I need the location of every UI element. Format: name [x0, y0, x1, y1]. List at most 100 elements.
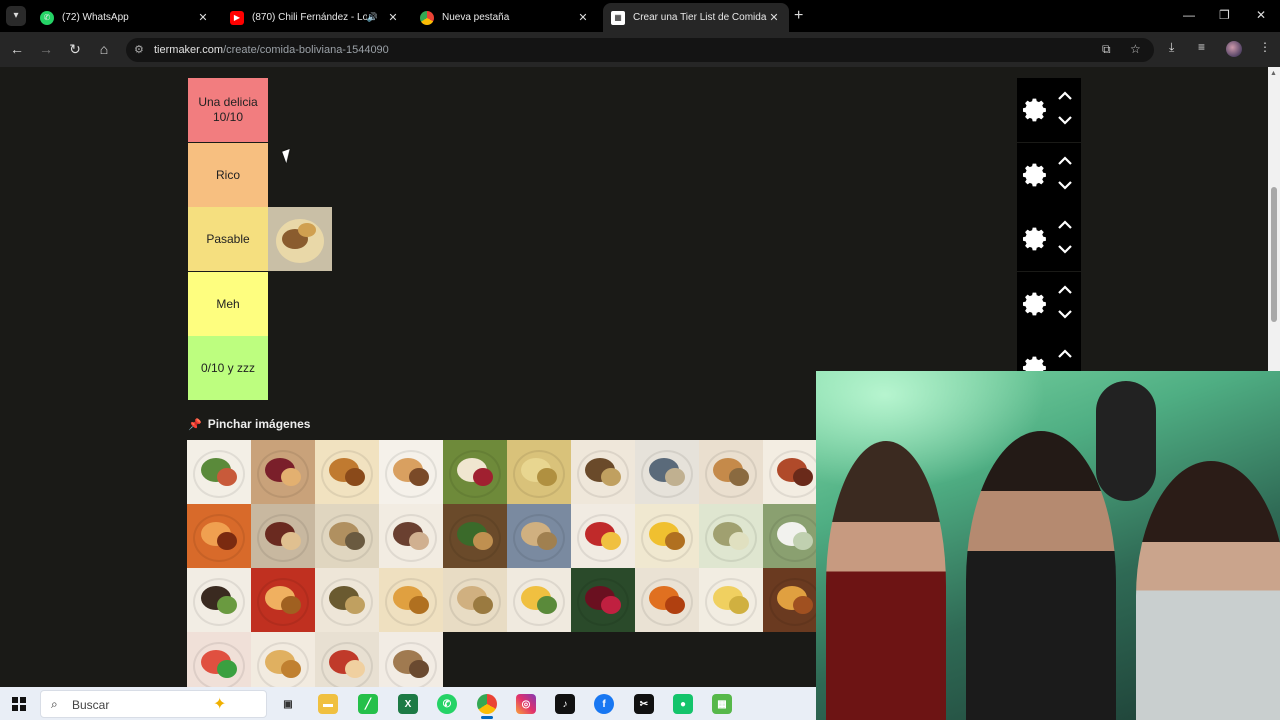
tier-label[interactable]: 0/10 y zzz [188, 336, 268, 400]
profile-avatar[interactable] [1226, 41, 1242, 57]
phone-link-icon[interactable]: ╱ [358, 694, 378, 714]
food-image[interactable] [251, 504, 315, 568]
tier-label[interactable]: Pasable [188, 207, 268, 271]
food-image[interactable] [315, 504, 379, 568]
close-window-icon[interactable]: ✕ [1256, 8, 1266, 22]
tier-drop-zone[interactable] [268, 207, 1017, 271]
food-image[interactable] [507, 440, 571, 504]
food-image[interactable] [571, 568, 635, 632]
facebook-icon[interactable]: f [594, 694, 614, 714]
translate-icon[interactable]: ⧉ [1102, 42, 1111, 57]
tab-tiermaker[interactable]: ▦ Crear una Tier List de Comida b ✕ [603, 3, 789, 32]
gear-icon[interactable] [1021, 161, 1049, 189]
store-app-icon[interactable]: ▦ [712, 694, 732, 714]
tab-new[interactable]: Nueva pestaña ✕ [412, 3, 598, 32]
food-image[interactable] [251, 568, 315, 632]
bookmark-star-icon[interactable]: ☆ [1130, 42, 1141, 56]
gear-icon[interactable] [1021, 290, 1049, 318]
food-image[interactable] [187, 632, 251, 687]
food-image[interactable] [187, 504, 251, 568]
food-image[interactable] [635, 440, 699, 504]
close-icon[interactable]: ✕ [576, 11, 590, 24]
food-image[interactable] [443, 440, 507, 504]
instagram-icon[interactable]: ◎ [516, 694, 536, 714]
file-explorer-icon[interactable]: ▬ [318, 694, 338, 714]
tier-label[interactable]: Meh [188, 272, 268, 336]
excel-icon[interactable]: X [398, 694, 418, 714]
food-image[interactable] [443, 568, 507, 632]
tab-youtube[interactable]: ▶ (870) Chili Fernández - Loco 🔊 ✕ [222, 3, 408, 32]
scroll-thumb[interactable] [1271, 187, 1277, 322]
minimize-icon[interactable]: — [1183, 8, 1195, 22]
tiktok-icon[interactable]: ♪ [555, 694, 575, 714]
home-icon[interactable]: ⌂ [95, 40, 113, 58]
move-up-icon[interactable] [1057, 155, 1073, 167]
tier-label[interactable]: Rico [188, 143, 268, 207]
tier-drop-zone[interactable] [268, 143, 1017, 207]
food-image[interactable] [571, 504, 635, 568]
food-image[interactable] [379, 568, 443, 632]
windows-start-icon[interactable] [12, 697, 26, 711]
site-info-icon[interactable]: ⚙ [134, 43, 144, 56]
gear-icon[interactable] [1021, 225, 1049, 253]
pushpin-icon: 📌 [188, 418, 202, 431]
menu-kebab-icon[interactable]: ⋮ [1259, 40, 1271, 54]
move-up-icon[interactable] [1057, 219, 1073, 231]
food-image-placed[interactable] [268, 207, 332, 271]
media-control-icon[interactable]: ≡ [1198, 40, 1205, 54]
food-image[interactable] [315, 440, 379, 504]
move-up-icon[interactable] [1057, 90, 1073, 102]
food-image[interactable] [251, 632, 315, 687]
task-view-icon[interactable]: ▣ [278, 694, 298, 714]
food-image[interactable] [699, 504, 763, 568]
chat-app-icon[interactable]: ● [673, 694, 693, 714]
tier-drop-zone[interactable] [268, 78, 1017, 142]
food-image[interactable] [571, 440, 635, 504]
tier-label[interactable]: Una delicia 10/10 [188, 78, 268, 142]
move-down-icon[interactable] [1057, 114, 1073, 126]
food-image[interactable] [315, 568, 379, 632]
food-image[interactable] [251, 440, 315, 504]
capcut-icon[interactable]: ✂ [634, 694, 654, 714]
whatsapp-icon[interactable]: ✆ [437, 694, 457, 714]
close-icon[interactable]: ✕ [767, 11, 781, 24]
gear-icon[interactable] [1021, 96, 1049, 124]
food-image[interactable] [187, 440, 251, 504]
pin-images-toggle[interactable]: 📌 Pinchar imágenes [188, 417, 310, 431]
restore-icon[interactable]: ❐ [1219, 8, 1230, 22]
move-down-icon[interactable] [1057, 179, 1073, 191]
forward-icon[interactable]: → [37, 40, 55, 58]
tier-row: Rico [188, 143, 1081, 207]
food-image[interactable] [379, 632, 443, 687]
food-image[interactable] [315, 632, 379, 687]
food-image[interactable] [635, 568, 699, 632]
food-image[interactable] [187, 568, 251, 632]
chrome-icon[interactable] [477, 694, 497, 714]
food-image[interactable] [699, 440, 763, 504]
move-down-icon[interactable] [1057, 308, 1073, 320]
speaker-icon[interactable]: 🔊 [367, 12, 378, 23]
taskbar-search[interactable]: ⌕ Buscar ✦ [40, 690, 267, 718]
download-icon[interactable]: ⤓ [1169, 40, 1174, 55]
food-image[interactable] [507, 504, 571, 568]
tab-whatsapp[interactable]: ✆ (72) WhatsApp ✕ [32, 3, 218, 32]
food-image[interactable] [379, 504, 443, 568]
back-icon[interactable]: ← [8, 40, 26, 58]
food-image[interactable] [507, 568, 571, 632]
new-tab-button[interactable]: + [794, 7, 803, 25]
food-image[interactable] [379, 440, 443, 504]
food-image[interactable] [699, 568, 763, 632]
food-image[interactable] [635, 504, 699, 568]
move-up-icon[interactable] [1057, 284, 1073, 296]
tier-drop-zone[interactable] [268, 272, 1017, 336]
reload-icon[interactable]: ↻ [66, 40, 84, 58]
food-image[interactable] [443, 504, 507, 568]
scroll-up-icon[interactable]: ▲ [1270, 70, 1277, 77]
close-icon[interactable]: ✕ [196, 11, 210, 24]
address-bar[interactable]: ⚙ tiermaker.com/create/comida-boliviana-… [126, 38, 1154, 62]
move-down-icon[interactable] [1057, 243, 1073, 255]
close-icon[interactable]: ✕ [386, 11, 400, 24]
tab-search-button[interactable]: ▾ [6, 6, 26, 26]
move-up-icon[interactable] [1057, 348, 1073, 360]
person-right [1136, 461, 1280, 720]
